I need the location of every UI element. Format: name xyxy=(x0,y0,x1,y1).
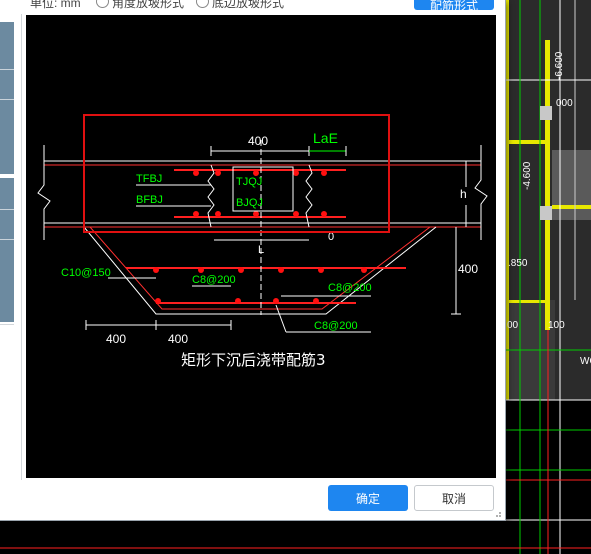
dim-bottom-400-2: 400 xyxy=(168,332,188,346)
svg-text:100: 100 xyxy=(548,320,565,331)
svg-text:00: 00 xyxy=(507,320,519,331)
dim-right-400: 400 xyxy=(458,262,478,276)
svg-text:-4.600: -4.600 xyxy=(522,161,533,190)
radio-bottom-slope-label[interactable]: 底边放坡形式 xyxy=(212,0,284,11)
sidebar-divider xyxy=(0,239,14,240)
diagram-caption: 矩形下沉后浇带配筋3 xyxy=(181,351,326,369)
rebar-form-button[interactable]: 配筋形式 xyxy=(414,0,494,13)
dim-bottom-400-1: 400 xyxy=(106,332,126,346)
radio-bottom-slope[interactable] xyxy=(196,0,209,8)
h-label: h xyxy=(460,187,467,201)
ok-button[interactable]: 确定 xyxy=(328,485,408,511)
c8-200-label-2: C8@200 xyxy=(328,282,372,294)
sidebar-thumbnail-1[interactable] xyxy=(0,22,14,174)
radio-angle-slope[interactable] xyxy=(96,0,109,8)
c10-150-label: C10@150 xyxy=(61,267,111,279)
svg-text:000: 000 xyxy=(556,98,573,109)
rebar-diagram-preview: 400 LaE TFBJ BFBJ TJQJ BJQJ h 0 L 400 C1… xyxy=(26,15,496,478)
sidebar-divider xyxy=(0,324,14,325)
cancel-button[interactable]: 取消 xyxy=(414,485,494,511)
svg-text:WO: WO xyxy=(580,356,591,367)
rebar-diagram: 400 LaE TFBJ BFBJ TJQJ BJQJ h 0 L 400 C1… xyxy=(37,114,488,369)
bjqj-label: BJQJ xyxy=(236,197,263,209)
sidebar-divider xyxy=(0,209,14,210)
sidebar-thumbnail-2[interactable] xyxy=(0,178,14,322)
left-sidebar xyxy=(0,14,22,480)
tfbj-label: TFBJ xyxy=(136,173,162,185)
bfbj-label: BFBJ xyxy=(136,194,163,206)
sidebar-divider xyxy=(0,99,14,100)
unit-label: 单位: mm xyxy=(30,0,81,10)
lae-label: LaE xyxy=(313,130,338,146)
c8-200-label-3: C8@200 xyxy=(314,320,358,332)
svg-text:.850: .850 xyxy=(508,258,528,269)
resize-grip-icon[interactable] xyxy=(492,510,502,518)
svg-text:-6.600: -6.600 xyxy=(554,51,565,80)
rebar-config-dialog: 单位: mm 角度放坡形式 底边放坡形式 配筋形式 400 LaE TFBJ B… xyxy=(0,0,506,521)
sidebar-divider xyxy=(0,69,14,70)
L-label: L xyxy=(258,244,264,256)
radio-angle-slope-label[interactable]: 角度放坡形式 xyxy=(112,0,184,11)
c8-200-label-1: C8@200 xyxy=(192,274,236,286)
dim-top-400: 400 xyxy=(248,134,268,148)
tjqj-label: TJQJ xyxy=(236,176,262,188)
